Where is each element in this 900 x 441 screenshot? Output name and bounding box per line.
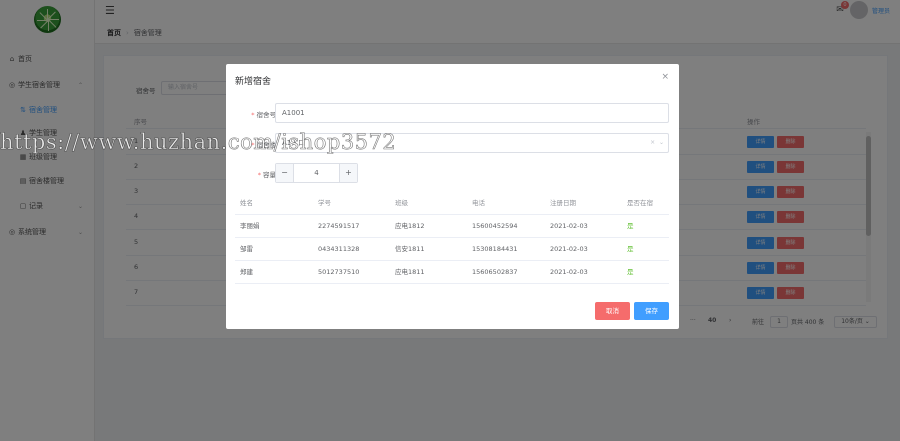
table-cell: 2021-02-03 [550, 222, 588, 230]
close-icon[interactable]: × [661, 72, 669, 82]
clear-icon[interactable]: × [650, 139, 655, 146]
table-cell: 15600452594 [472, 222, 518, 230]
table-cell: 郑建 [240, 268, 253, 276]
table-cell: 李丽娟 [240, 222, 260, 230]
cancel-button[interactable]: 取消 [595, 302, 630, 320]
table-row: 邹雷 0434311328 信安1811 15308184431 2021-02-03 是 [235, 238, 669, 261]
table-row: 郑建 5012737510 应电1811 15606502837 2021-02-03 是 [235, 261, 669, 284]
watermark: https://www.huzhan.com/ishop3572 [0, 130, 397, 155]
column-header: 姓名 [240, 199, 253, 207]
residents-table: 姓名 学号 班级 电话 注册日期 是否在宿李丽娟 2274591517 应电1812 15600… [235, 192, 669, 284]
table-cell: 是 [627, 222, 634, 230]
capacity-stepper[interactable]: − 4 + [275, 163, 358, 183]
save-button[interactable]: 保存 [634, 302, 669, 320]
table-cell: 应电1812 [395, 222, 425, 230]
increment-button[interactable]: + [339, 164, 357, 182]
table-cell: 邹雷 [240, 245, 253, 253]
table-cell: 2021-02-03 [550, 245, 588, 253]
table-cell: 5012737510 [318, 268, 360, 276]
dorm-no-input[interactable]: A1001 [275, 103, 669, 123]
dialog-title: 新增宿舍 [235, 77, 272, 87]
add-dorm-dialog: 新增宿舍 × * 宿舍号 A1001 * 宿舍楼 A1入口 × ⌄ * 容量 − 4 … [226, 64, 679, 329]
table-header-row: 姓名 学号 班级 电话 注册日期 是否在宿 [235, 192, 669, 215]
column-header: 学号 [318, 199, 331, 207]
table-cell: 2274591517 [318, 222, 360, 230]
table-cell: 是 [627, 268, 634, 276]
table-cell: 应电1811 [395, 268, 425, 276]
chevron-down-icon: ⌄ [658, 139, 664, 146]
column-header: 是否在宿 [627, 199, 653, 207]
column-header: 电话 [472, 199, 485, 207]
table-cell: 0434311328 [318, 245, 360, 253]
column-header: 班级 [395, 199, 408, 207]
table-cell: 2021-02-03 [550, 268, 588, 276]
table-cell: 信安1811 [395, 245, 425, 253]
decrement-button[interactable]: − [276, 164, 294, 182]
column-header: 注册日期 [550, 199, 576, 207]
capacity-value[interactable]: 4 [294, 164, 339, 182]
capacity-label: * 容量 [257, 171, 276, 179]
dorm-no-label: * 宿舍号 [251, 111, 276, 119]
table-row: 李丽娟 2274591517 应电1812 15600452594 2021-02-03… [235, 215, 669, 238]
table-cell: 15308184431 [472, 245, 518, 253]
table-cell: 是 [627, 245, 634, 253]
table-cell: 15606502837 [472, 268, 518, 276]
